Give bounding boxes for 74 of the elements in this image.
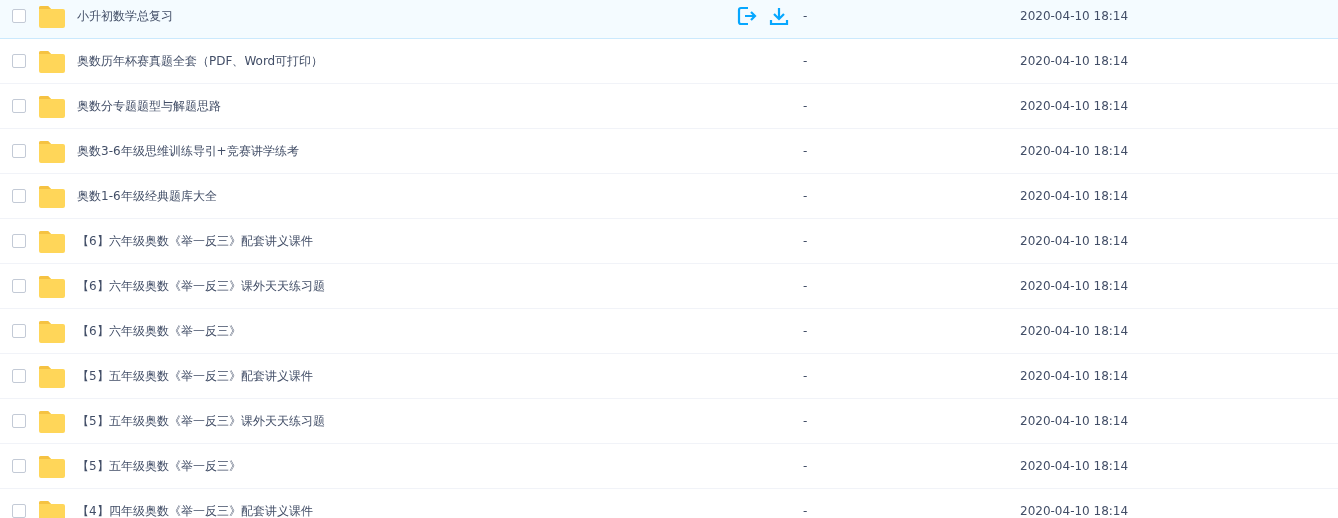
modified-date: 2020-04-10 18:14 [1020,9,1129,23]
modified-date: 2020-04-10 18:14 [1020,144,1129,158]
checkbox[interactable] [12,54,26,68]
file-name[interactable]: 奥数1-6年级经典题库大全 [77,187,737,205]
file-size: - [803,54,809,68]
checkbox[interactable] [12,144,26,158]
file-size: - [803,99,809,113]
checkbox[interactable] [12,414,26,428]
file-row[interactable]: 【5】五年级奥数《举一反三》 - 2020-04-10 18:14 [0,444,1338,489]
file-size: - [803,324,809,338]
file-size: - [803,144,809,158]
modified-date: 2020-04-10 18:14 [1020,324,1129,338]
file-row[interactable]: 【6】六年级奥数《举一反三》配套讲义课件 - 2020-04-10 18:14 [0,219,1338,264]
checkbox[interactable] [12,369,26,383]
file-size: - [803,189,809,203]
folder-icon [39,364,65,388]
folder-icon [39,139,65,163]
file-row[interactable]: 奥数历年杯赛真题全套（PDF、Word可打印） - 2020-04-10 18:14 [0,39,1338,84]
file-name[interactable]: 奥数历年杯赛真题全套（PDF、Word可打印） [77,52,737,70]
file-name[interactable]: 小升初数学总复习 [77,7,737,25]
folder-icon [39,274,65,298]
file-name[interactable]: 【5】五年级奥数《举一反三》课外天天练习题 [77,412,737,430]
file-row[interactable]: 【6】六年级奥数《举一反三》课外天天练习题 - 2020-04-10 18:14 [0,264,1338,309]
file-size: - [803,234,809,248]
file-row[interactable]: 【4】四年级奥数《举一反三》配套讲义课件 - 2020-04-10 18:14 [0,489,1338,518]
checkbox[interactable] [12,459,26,473]
file-row[interactable]: 奥数分专题题型与解题思路 - 2020-04-10 18:14 [0,84,1338,129]
file-name[interactable]: 【6】六年级奥数《举一反三》课外天天练习题 [77,277,737,295]
folder-icon [39,94,65,118]
file-size: - [803,459,809,473]
modified-date: 2020-04-10 18:14 [1020,279,1129,293]
modified-date: 2020-04-10 18:14 [1020,54,1129,68]
folder-icon [39,184,65,208]
checkbox[interactable] [12,189,26,203]
file-size: - [803,9,809,23]
file-name[interactable]: 【4】四年级奥数《举一反三》配套讲义课件 [77,502,737,518]
folder-icon [39,409,65,433]
checkbox[interactable] [12,504,26,518]
modified-date: 2020-04-10 18:14 [1020,504,1129,518]
file-name[interactable]: 【5】五年级奥数《举一反三》 [77,457,737,475]
file-row[interactable]: 【5】五年级奥数《举一反三》课外天天练习题 - 2020-04-10 18:14 [0,399,1338,444]
checkbox[interactable] [12,279,26,293]
file-name[interactable]: 【6】六年级奥数《举一反三》配套讲义课件 [77,232,737,250]
file-row[interactable]: 【5】五年级奥数《举一反三》配套讲义课件 - 2020-04-10 18:14 [0,354,1338,399]
folder-icon [39,454,65,478]
file-name[interactable]: 【6】六年级奥数《举一反三》 [77,322,737,340]
file-size: - [803,279,809,293]
folder-icon [39,319,65,343]
folder-icon [39,229,65,253]
folder-icon [39,4,65,28]
file-size: - [803,414,809,428]
modified-date: 2020-04-10 18:14 [1020,369,1129,383]
checkbox[interactable] [12,324,26,338]
file-name[interactable]: 奥数3-6年级思维训练导引+竞赛讲学练考 [77,142,737,160]
modified-date: 2020-04-10 18:14 [1020,459,1129,473]
file-row[interactable]: 【6】六年级奥数《举一反三》 - 2020-04-10 18:14 [0,309,1338,354]
modified-date: 2020-04-10 18:14 [1020,189,1129,203]
file-row[interactable]: 奥数3-6年级思维训练导引+竞赛讲学练考 - 2020-04-10 18:14 [0,129,1338,174]
file-row[interactable]: 奥数1-6年级经典题库大全 - 2020-04-10 18:14 [0,174,1338,219]
download-icon[interactable] [769,6,789,26]
modified-date: 2020-04-10 18:14 [1020,99,1129,113]
modified-date: 2020-04-10 18:14 [1020,414,1129,428]
file-name[interactable]: 【5】五年级奥数《举一反三》配套讲义课件 [77,367,737,385]
modified-date: 2020-04-10 18:14 [1020,234,1129,248]
checkbox[interactable] [12,9,26,23]
checkbox[interactable] [12,234,26,248]
share-icon[interactable] [737,6,757,26]
file-row[interactable]: 小升初数学总复习 - 2020-04-10 18:14 [0,0,1338,39]
folder-icon [39,49,65,73]
folder-icon [39,499,65,518]
checkbox[interactable] [12,99,26,113]
file-size: - [803,369,809,383]
file-name[interactable]: 奥数分专题题型与解题思路 [77,97,737,115]
file-size: - [803,504,809,518]
